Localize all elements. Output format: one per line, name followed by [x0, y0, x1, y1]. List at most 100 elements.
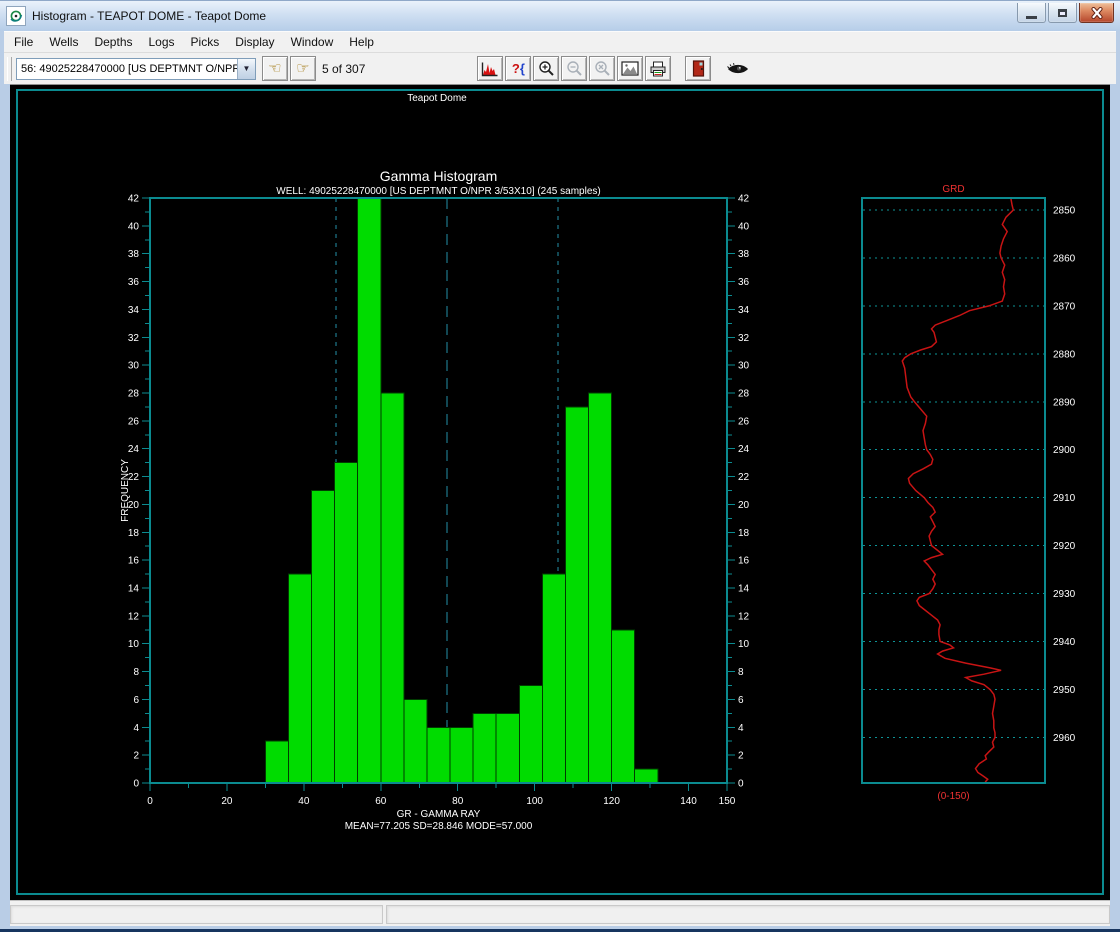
restore-button[interactable] [1048, 3, 1077, 23]
print-button[interactable] [645, 56, 671, 81]
svg-text:12: 12 [738, 611, 750, 622]
svg-text:Teapot Dome: Teapot Dome [407, 93, 467, 104]
svg-text:36: 36 [128, 277, 140, 288]
svg-text:2960: 2960 [1053, 733, 1076, 744]
svg-text:36: 36 [738, 277, 750, 288]
titlebar[interactable]: Histogram - TEAPOT DOME - Teapot Dome [0, 1, 1120, 31]
svg-text:2930: 2930 [1053, 589, 1076, 600]
window-title: Histogram - TEAPOT DOME - Teapot Dome [32, 9, 266, 23]
svg-text:10: 10 [738, 639, 750, 650]
svg-text:0: 0 [147, 796, 153, 807]
chart-client-area: Teapot Dome00224466881010121214141616181… [10, 84, 1110, 900]
svg-text:40: 40 [128, 221, 140, 232]
zoom-reset-button [589, 56, 615, 81]
zoom-out-button [561, 56, 587, 81]
magnifier-minus-icon [566, 60, 583, 77]
svg-text:20: 20 [738, 500, 750, 511]
menu-window[interactable]: Window [283, 33, 342, 51]
toolbar: 56: 49025228470000 [US DEPTMNT O/NPR ▼ ☜… [4, 52, 1116, 84]
svg-text:2900: 2900 [1053, 445, 1076, 456]
svg-text:40: 40 [738, 221, 750, 232]
next-well-button[interactable]: ☞ [290, 56, 316, 81]
menu-logs[interactable]: Logs [141, 33, 183, 51]
svg-text:14: 14 [128, 584, 140, 595]
svg-text:4: 4 [738, 723, 744, 734]
svg-text:10: 10 [128, 639, 140, 650]
svg-text:GR - GAMMA RAY: GR - GAMMA RAY [397, 809, 481, 820]
svg-text:Gamma Histogram: Gamma Histogram [380, 168, 497, 184]
svg-text:18: 18 [128, 528, 140, 539]
magnifier-x-icon [594, 60, 611, 77]
menu-depths[interactable]: Depths [86, 33, 140, 51]
svg-text:22: 22 [738, 472, 750, 483]
app-window: Histogram - TEAPOT DOME - Teapot Dome Fi… [0, 0, 1120, 932]
toolbar-grip [7, 57, 12, 81]
svg-text:30: 30 [128, 361, 140, 372]
svg-text:2910: 2910 [1053, 493, 1076, 504]
dropdown-arrow-icon[interactable]: ▼ [237, 59, 255, 79]
exit-button[interactable] [685, 56, 711, 81]
previous-well-button[interactable]: ☜ [262, 56, 288, 81]
svg-text:2860: 2860 [1053, 253, 1076, 264]
eye-icon [727, 62, 749, 76]
svg-text:2: 2 [133, 751, 139, 762]
svg-text:6: 6 [133, 695, 139, 706]
question-brace-icon: ?{ [512, 62, 525, 75]
svg-text:32: 32 [738, 333, 750, 344]
svg-text:0: 0 [133, 779, 139, 790]
view-button[interactable] [725, 56, 751, 81]
svg-text:2: 2 [738, 751, 744, 762]
svg-text:30: 30 [738, 361, 750, 372]
svg-text:8: 8 [738, 667, 744, 678]
hand-point-right-icon: ☞ [296, 61, 309, 76]
well-position-label: 5 of 307 [322, 62, 365, 76]
door-icon [691, 60, 706, 77]
svg-text:2920: 2920 [1053, 541, 1076, 552]
menu-wells[interactable]: Wells [41, 33, 86, 51]
svg-text:MEAN=77.205 SD=28.846 MODE=57.: MEAN=77.205 SD=28.846 MODE=57.000 [345, 821, 533, 832]
svg-text:24: 24 [738, 444, 750, 455]
query-help-button[interactable]: ?{ [505, 56, 531, 81]
minimize-icon [1026, 16, 1037, 19]
svg-text:FREQUENCY: FREQUENCY [120, 459, 131, 522]
status-message-left [10, 905, 383, 924]
snapshot-button[interactable] [617, 56, 643, 81]
svg-text:2870: 2870 [1053, 301, 1076, 312]
zoom-in-button[interactable] [533, 56, 559, 81]
window-controls [1017, 3, 1114, 23]
plots-canvas: Teapot Dome00224466881010121214141616181… [10, 85, 1110, 900]
svg-text:0: 0 [738, 779, 744, 790]
svg-text:26: 26 [738, 416, 750, 427]
svg-text:140: 140 [680, 796, 697, 807]
menu-bar: File Wells Depths Logs Picks Display Win… [4, 31, 1116, 52]
svg-text:38: 38 [128, 249, 140, 260]
svg-text:14: 14 [738, 584, 750, 595]
svg-text:100: 100 [526, 796, 543, 807]
close-button[interactable] [1079, 3, 1114, 23]
svg-text:16: 16 [128, 556, 140, 567]
app-logo-icon [6, 6, 26, 26]
svg-text:24: 24 [128, 444, 140, 455]
svg-text:8: 8 [133, 667, 139, 678]
menu-picks[interactable]: Picks [183, 33, 228, 51]
magnifier-plus-icon [538, 60, 555, 77]
hand-point-left-icon: ☜ [268, 61, 281, 76]
menu-file[interactable]: File [6, 33, 41, 51]
svg-text:40: 40 [298, 796, 310, 807]
svg-text:2940: 2940 [1053, 637, 1076, 648]
well-selector-value: 56: 49025228470000 [US DEPTMNT O/NPR [21, 63, 237, 75]
status-bar [10, 900, 1110, 926]
histogram-tool-button[interactable] [477, 56, 503, 81]
menu-display[interactable]: Display [227, 33, 282, 51]
svg-text:80: 80 [452, 796, 464, 807]
minimize-button[interactable] [1017, 3, 1046, 23]
menu-help[interactable]: Help [341, 33, 382, 51]
svg-text:28: 28 [738, 389, 750, 400]
picture-icon [621, 61, 639, 76]
svg-text:WELL: 49025228470000 [US DEPTM: WELL: 49025228470000 [US DEPTMNT O/NPR 3… [276, 186, 600, 197]
svg-text:2850: 2850 [1053, 205, 1076, 216]
svg-text:34: 34 [128, 305, 140, 316]
well-selector-dropdown[interactable]: 56: 49025228470000 [US DEPTMNT O/NPR ▼ [16, 58, 256, 80]
svg-text:16: 16 [738, 556, 750, 567]
svg-text:20: 20 [221, 796, 233, 807]
